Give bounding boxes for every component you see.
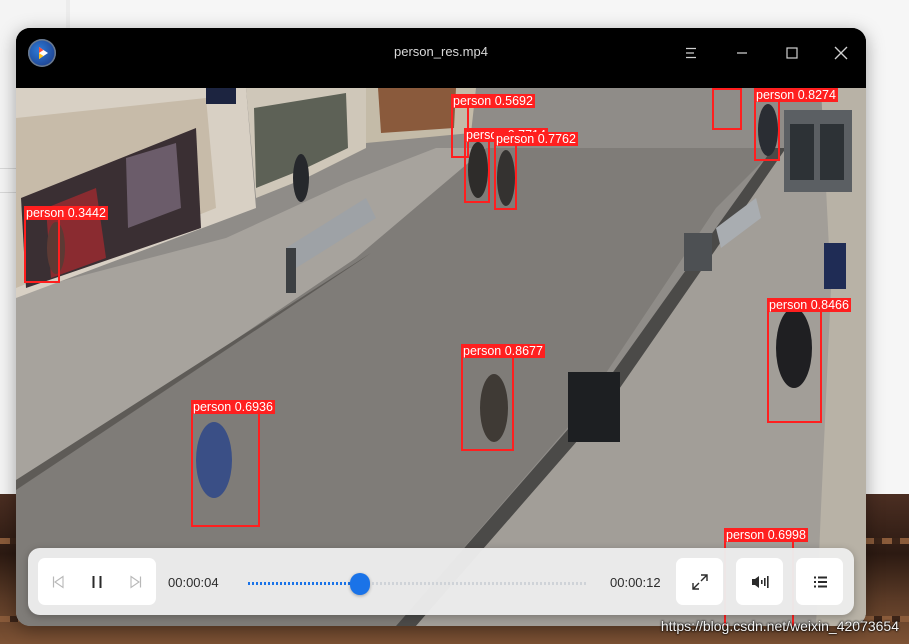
detection-box: person 0.8677 xyxy=(461,344,545,451)
fullscreen-button[interactable] xyxy=(676,558,723,605)
detection-box: person 0.8466 xyxy=(767,298,851,423)
playlist-button[interactable] xyxy=(796,558,843,605)
detection-box: person 0.7714 xyxy=(464,128,548,203)
watermark-text: https://blog.csdn.net/weixin_42073654 xyxy=(660,618,899,634)
current-time: 00:00:04 xyxy=(168,575,219,590)
transport-controls xyxy=(38,558,156,605)
detection-label: person 0.3442 xyxy=(24,206,108,220)
next-track-icon xyxy=(130,574,142,589)
pause-button[interactable] xyxy=(77,558,117,605)
detection-box: person 0.6936 xyxy=(191,400,275,527)
detection-label: person 0.5692 xyxy=(451,94,535,108)
maximize-button[interactable] xyxy=(781,42,803,64)
close-button[interactable] xyxy=(830,42,852,64)
minimize-icon xyxy=(737,52,747,54)
video-frame[interactable]: person 0.5692 person 0.7714 person 0.776… xyxy=(16,88,866,626)
close-icon xyxy=(834,46,848,60)
menu-button[interactable] xyxy=(680,42,702,64)
pause-icon xyxy=(92,575,102,588)
menu-icon xyxy=(686,47,696,59)
title-bar[interactable]: person_res.mp4 xyxy=(16,28,866,88)
minimize-button[interactable] xyxy=(731,42,753,64)
detection-box: person 0.3442 xyxy=(24,206,108,283)
volume-icon xyxy=(751,575,769,588)
previous-track-icon xyxy=(52,574,64,589)
detection-box: person 0.8274 xyxy=(754,88,838,161)
playlist-icon xyxy=(813,576,827,587)
detection-label: person 0.8466 xyxy=(767,298,851,312)
detection-label: person 0.8677 xyxy=(461,344,545,358)
seek-bar[interactable] xyxy=(248,573,586,595)
seek-handle[interactable] xyxy=(349,573,370,595)
detection-label: person 0.6936 xyxy=(191,400,275,414)
seek-progress xyxy=(248,582,360,585)
video-player-window: person_res.mp4 person 0.5692 person pers… xyxy=(16,28,866,626)
detection-label: person 0.7762 xyxy=(494,132,578,146)
playback-control-bar: 00:00:04 00:00:12 xyxy=(28,548,854,615)
detection-box xyxy=(712,88,742,130)
previous-track-button[interactable] xyxy=(38,558,78,605)
next-track-button[interactable] xyxy=(116,558,156,605)
detection-label: person 0.8274 xyxy=(754,88,838,102)
total-time: 00:00:12 xyxy=(610,575,661,590)
maximize-icon xyxy=(786,47,798,59)
detection-label: person 0.6998 xyxy=(724,528,808,542)
volume-button[interactable] xyxy=(736,558,783,605)
fullscreen-icon xyxy=(691,573,708,590)
detection-box: person 0.7762 xyxy=(494,132,578,210)
